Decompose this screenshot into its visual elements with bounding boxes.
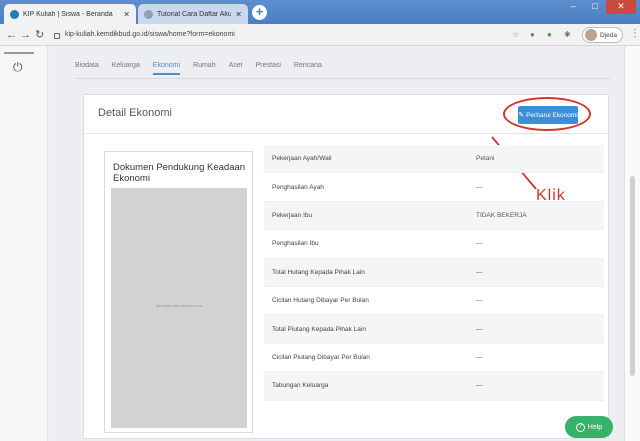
site-favicon-icon [10, 9, 19, 19]
row-value: — [476, 240, 483, 248]
tab-title: Tutorial Cara Daftar Akun KIP Ku [157, 10, 232, 18]
reload-icon[interactable]: ↻ [35, 28, 44, 42]
table-row: Cicilan Piutang Dibayar Per Bulan — [264, 344, 604, 373]
tabs-divider [75, 78, 610, 79]
row-label: Total Piutang Kepada Pihak Lain [272, 325, 366, 333]
menu-kebab-icon[interactable]: ⋮ [630, 28, 640, 39]
row-label: Cicilan Hutang Dibayar Per Bulan [272, 297, 369, 305]
address-bar[interactable]: kip-kuliah.kemdikbud.go.id/siswa/home?fo… [54, 27, 494, 43]
table-row: Total Hutang Kepada Pihak Lain — [264, 258, 604, 287]
site-favicon-icon [144, 9, 153, 19]
row-label: Total Hutang Kepada Pihak Lain [272, 268, 365, 276]
row-value: — [476, 382, 483, 390]
row-value: — [476, 183, 483, 191]
window-controls: – □ ✕ [562, 0, 636, 14]
extension-icon[interactable]: ● [530, 29, 535, 41]
rail-divider [4, 52, 34, 54]
vertical-scrollbar[interactable] [624, 46, 640, 441]
new-tab-button[interactable]: + [252, 5, 267, 20]
address-toolbar: ← → ↻ kip-kuliah.kemdikbud.go.id/siswa/h… [0, 24, 640, 46]
row-value: — [476, 268, 483, 276]
table-row: Penghasilan Ibu — [264, 230, 604, 259]
tab-strip: KIP Kuliah | Siswa - Beranda ✕ Tutorial … [0, 0, 640, 24]
forward-icon[interactable]: → [20, 28, 31, 42]
close-tab-icon[interactable]: ✕ [123, 10, 130, 19]
tab-rencana[interactable]: Rencana [294, 62, 322, 75]
detail-ekonomi-card: Detail Ekonomi ✎ Perbarui Ekonomi Klik D… [83, 94, 609, 439]
row-label: Penghasilan Ibu [272, 240, 319, 248]
browser-tab-tutorial[interactable]: Tutorial Cara Daftar Akun KIP Ku ✕ [138, 4, 248, 24]
document-image-placeholder[interactable]: dan takan tidak gambar boron [111, 188, 247, 428]
bookmark-star-icon[interactable]: ☆ [512, 29, 519, 41]
row-value: Petani [476, 155, 495, 163]
url-text: kip-kuliah.kemdikbud.go.id/siswa/home?fo… [65, 31, 235, 38]
placeholder-caption: dan takan tidak gambar boron [155, 304, 203, 308]
row-value: — [476, 297, 483, 305]
scrollbar-thumb[interactable] [630, 176, 635, 376]
table-row: Pekerjaan Ibu TIDAK BEKERJA [264, 201, 604, 231]
tab-biodata[interactable]: Biodata [75, 62, 99, 75]
profile-button[interactable]: Djeda [582, 27, 623, 43]
question-icon: ? [575, 422, 585, 432]
tab-aset[interactable]: Aset [229, 62, 243, 75]
browser-window: KIP Kuliah | Siswa - Beranda ✕ Tutorial … [0, 0, 640, 441]
row-label: Tabungan Keluarga [272, 382, 329, 390]
row-label: Pekerjaan Ibu [272, 211, 313, 219]
supporting-document-panel: Dokumen Pendukung Keadaan Ekonomi dan ta… [104, 151, 253, 433]
main-content: Biodata Keluarga Ekonomi Rumah Aset Pres… [49, 46, 624, 441]
window-close-icon[interactable]: ✕ [606, 0, 636, 14]
economy-detail-table: Pekerjaan Ayah/Wali Petani Penghasilan Ay… [264, 145, 604, 401]
power-icon[interactable]: ⏻ [13, 60, 23, 75]
lock-icon [54, 33, 60, 39]
highlight-ring [503, 97, 591, 131]
avatar [585, 29, 597, 41]
table-row: Tabungan Keluarga — [264, 372, 604, 401]
maximize-icon[interactable]: □ [584, 0, 606, 14]
side-rail: ⏻ [0, 46, 48, 441]
document-title: Dokumen Pendukung Keadaan Ekonomi [113, 162, 246, 184]
back-icon[interactable]: ← [6, 28, 17, 42]
table-row: Total Piutang Kepada Pihak Lain — [264, 315, 604, 344]
row-value: TIDAK BEKERJA [476, 211, 527, 219]
card-divider [84, 133, 608, 134]
tab-title: KIP Kuliah | Siswa - Beranda [23, 10, 113, 18]
extension-icon[interactable]: ● [547, 29, 552, 41]
table-row: Penghasilan Ayah — [264, 173, 604, 202]
close-tab-icon[interactable]: ✕ [235, 10, 242, 19]
row-label: Pekerjaan Ayah/Wali [272, 155, 332, 163]
tab-keluarga[interactable]: Keluarga [112, 62, 140, 75]
tab-ekonomi[interactable]: Ekonomi [152, 62, 181, 75]
puzzle-icon[interactable]: ✱ [564, 29, 571, 41]
row-value: — [476, 325, 483, 333]
row-label: Penghasilan Ayah [272, 183, 324, 191]
help-button[interactable]: ? Help [565, 416, 613, 438]
browser-tab-active[interactable]: KIP Kuliah | Siswa - Beranda ✕ [4, 4, 136, 24]
table-row: Cicilan Hutang Dibayar Per Bulan — [264, 287, 604, 316]
profile-name: Djeda [600, 31, 617, 39]
card-title: Detail Ekonomi [98, 107, 172, 119]
row-label: Cicilan Piutang Dibayar Per Bulan [272, 353, 370, 361]
minimize-icon[interactable]: – [562, 0, 584, 14]
table-row: Pekerjaan Ayah/Wali Petani [264, 145, 604, 174]
row-value: — [476, 353, 483, 361]
tab-prestasi[interactable]: Prestasi [256, 62, 281, 75]
section-tabs: Biodata Keluarga Ekonomi Rumah Aset Pres… [75, 62, 335, 75]
help-label: Help [587, 423, 603, 431]
tab-rumah[interactable]: Rumah [193, 62, 216, 75]
